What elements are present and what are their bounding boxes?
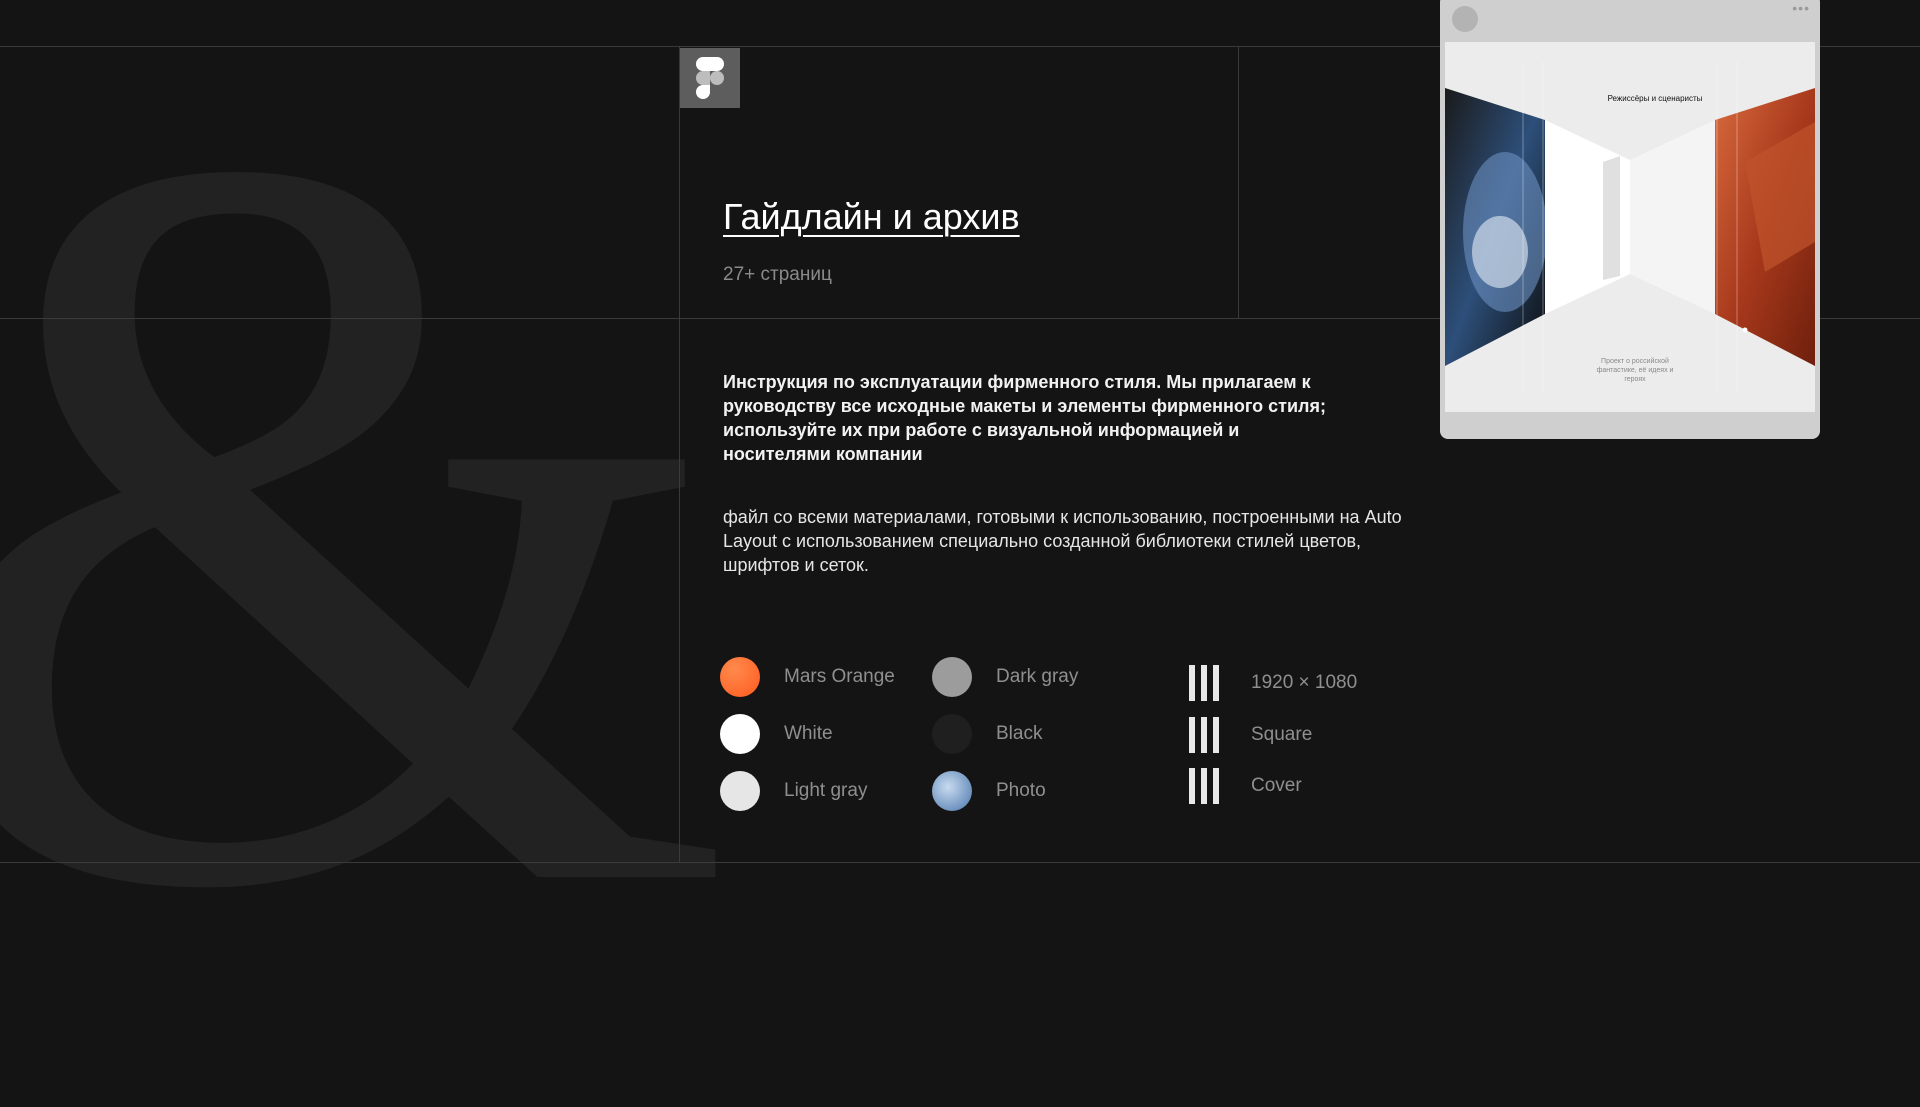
palette-item-mars-orange: Mars Orange — [720, 657, 895, 697]
poster-title: Режиссёры и сценаристы — [1607, 94, 1703, 103]
grid-line-bottom — [0, 862, 1920, 863]
swatch-label: Photo — [996, 780, 1046, 801]
format-item-1920x1080: 1920 × 1080 — [1189, 665, 1357, 701]
format-label: Cover — [1251, 775, 1302, 796]
palette-item-white: White — [720, 714, 833, 754]
palette-item-light-gray: Light gray — [720, 771, 867, 811]
palette-item-photo: Photo — [932, 771, 1046, 811]
description: файл со всеми материалами, готовыми к ис… — [723, 507, 1402, 575]
grid-bars-icon — [1189, 717, 1225, 753]
poster-preview: Режиссёры и сценаристы Проект о российск… — [1445, 42, 1815, 412]
swatch-label: Light gray — [784, 780, 868, 801]
grid-bars-icon — [1189, 665, 1225, 701]
swatch-label: Dark gray — [996, 666, 1079, 687]
light-gray-swatch — [720, 771, 760, 811]
grid-bars-icon — [1189, 768, 1225, 804]
swatch-label: Black — [996, 723, 1043, 744]
poster-caption: Проект о российской фантастике, её идеях… — [1596, 358, 1674, 383]
background-ampersand: & — [0, 0, 735, 1050]
format-label: 1920 × 1080 — [1251, 672, 1358, 693]
figma-logo-icon[interactable] — [680, 48, 740, 108]
avatar[interactable] — [1452, 6, 1478, 32]
grid-line-right — [1238, 46, 1239, 318]
preview-window[interactable]: ••• Режиссёры и сценаристы Проект о росс… — [1440, 0, 1820, 439]
pages-count: 27+ страниц — [723, 264, 832, 285]
black-swatch — [932, 714, 972, 754]
format-label: Square — [1251, 724, 1313, 745]
white-swatch — [720, 714, 760, 754]
swatch-label: White — [784, 723, 833, 744]
mars-orange-swatch — [720, 657, 760, 697]
swatch-label: Mars Orange — [784, 666, 895, 687]
more-icon[interactable]: ••• — [1792, 0, 1810, 16]
format-item-cover: Cover — [1189, 768, 1302, 804]
palette-item-dark-gray: Dark gray — [932, 657, 1078, 697]
description-bold: Инструкция по эксплуатации фирменного ст… — [723, 372, 1326, 464]
palette-item-black: Black — [932, 714, 1042, 754]
format-item-square: Square — [1189, 717, 1312, 753]
dark-gray-swatch — [932, 657, 972, 697]
grid-line-left — [679, 46, 680, 862]
photo-swatch — [932, 771, 972, 811]
page-title-link[interactable]: Гайдлайн и архив — [723, 196, 1020, 238]
